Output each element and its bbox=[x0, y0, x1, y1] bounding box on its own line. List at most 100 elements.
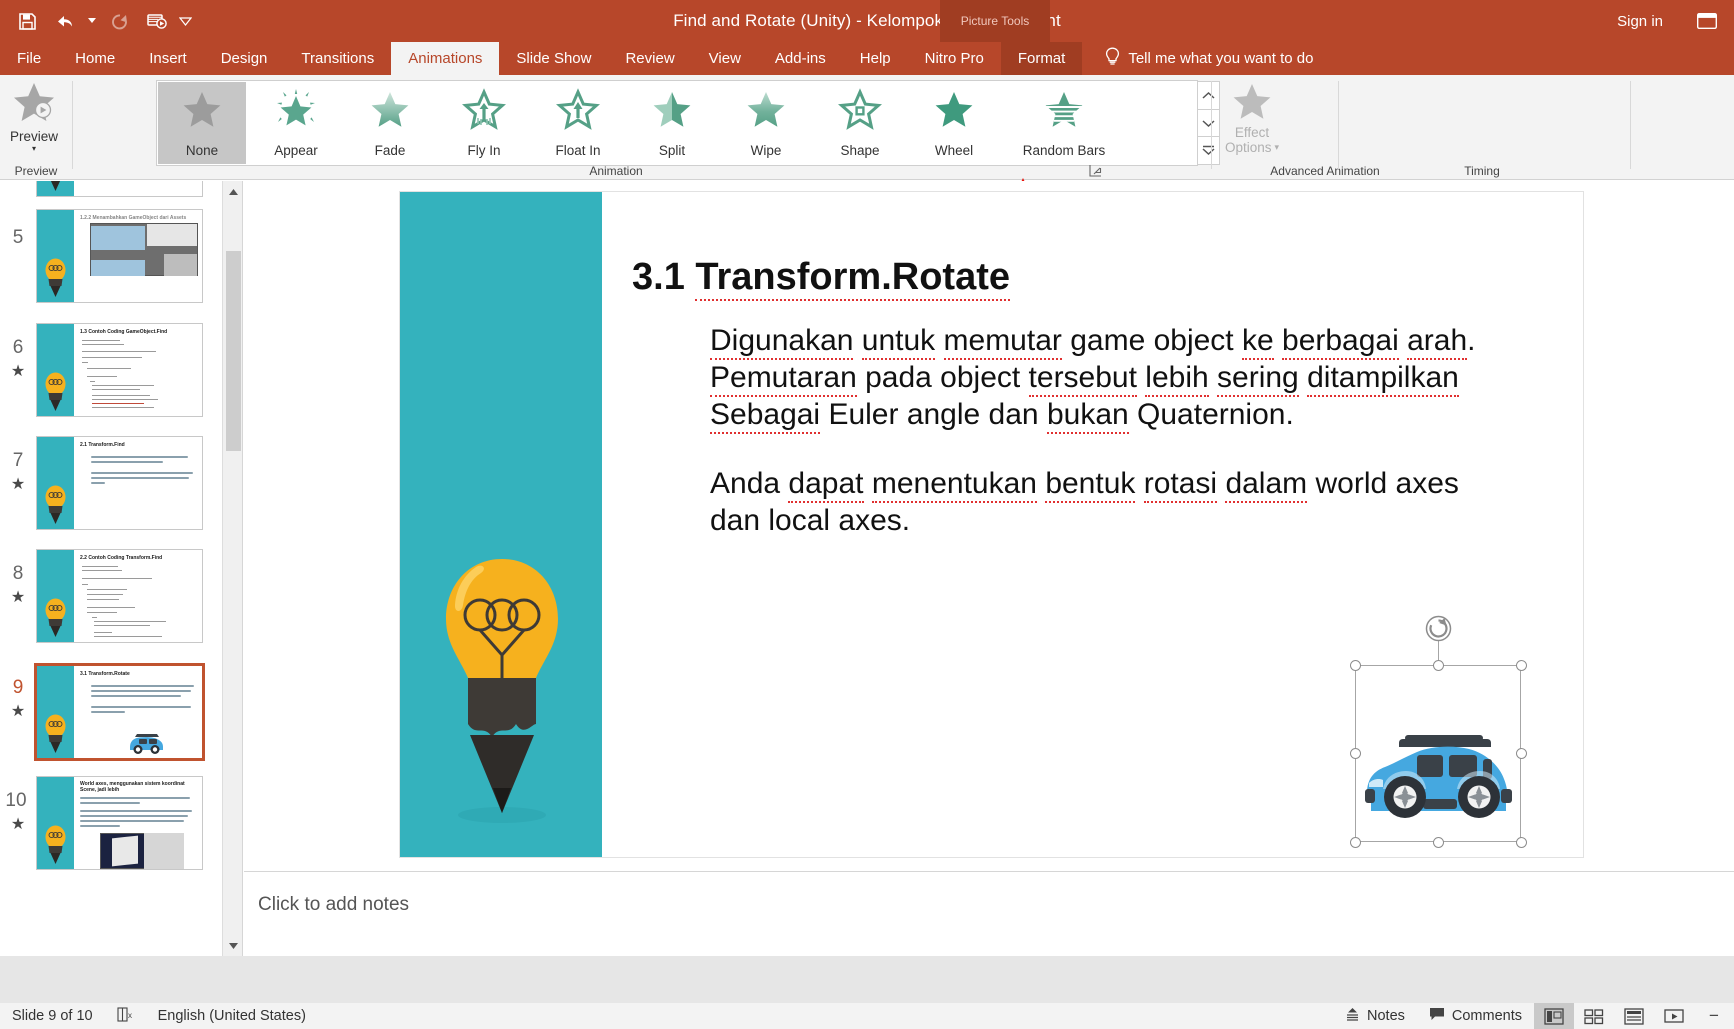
animation-none[interactable]: None bbox=[158, 82, 246, 164]
resize-handle-top-left[interactable] bbox=[1349, 659, 1361, 671]
spellcheck-button[interactable]: x bbox=[105, 1003, 146, 1029]
ribbon-group-animation: None Appear Fade Fly In Float In Split W… bbox=[76, 75, 1279, 180]
misspelled-word: rotasi bbox=[1143, 467, 1218, 503]
tab-animations[interactable]: Animations bbox=[391, 42, 500, 75]
resize-handle-middle-left[interactable] bbox=[1349, 747, 1361, 759]
animation-fly-in[interactable]: Fly In bbox=[440, 82, 528, 164]
selected-picture-container[interactable] bbox=[1349, 615, 1527, 848]
undo-icon[interactable] bbox=[47, 5, 81, 37]
tab-slide-show[interactable]: Slide Show bbox=[499, 42, 608, 75]
notes-pane[interactable]: Click to add notes bbox=[244, 871, 1734, 956]
language-indicator[interactable]: English (United States) bbox=[146, 1003, 318, 1029]
thumbnail-number: 6 bbox=[12, 337, 24, 358]
resize-handle-top-right[interactable] bbox=[1515, 659, 1527, 671]
animation-shape-label: Shape bbox=[840, 143, 880, 158]
customize-qat-icon[interactable] bbox=[177, 5, 193, 37]
slide-text-run: Anda bbox=[710, 467, 781, 500]
thumbnails-scroll-down-button[interactable] bbox=[223, 935, 242, 956]
redo-icon[interactable] bbox=[103, 5, 137, 37]
tell-me-box[interactable]: Tell me what you want to do bbox=[1082, 42, 1313, 75]
animation-fade[interactable]: Fade bbox=[346, 82, 434, 164]
thumbnail-frame-selected[interactable]: 3.1 Transform.Rotate bbox=[34, 663, 205, 761]
notes-placeholder[interactable]: Click to add notes bbox=[258, 894, 409, 916]
preview-dropdown-caret-icon[interactable]: ▾ bbox=[32, 145, 36, 153]
misspelled-word: dalam bbox=[1225, 467, 1308, 503]
tab-nitro-pro[interactable]: Nitro Pro bbox=[908, 42, 1001, 75]
slideshow-view-button[interactable] bbox=[1654, 1003, 1694, 1029]
thumbnail-frame[interactable]: 1.3 Contoh Coding GameObject.Find bbox=[36, 323, 203, 417]
resize-handle-top-center[interactable] bbox=[1432, 659, 1444, 671]
tab-view[interactable]: View bbox=[692, 42, 758, 75]
work-area: 5 1.2.2 Menambahkan GameObject dari Asse… bbox=[0, 181, 1734, 956]
notes-button-label: Notes bbox=[1367, 1008, 1405, 1024]
animation-random-bars[interactable]: Random Bars bbox=[1004, 82, 1124, 164]
ribbon-group-preview: Preview ▾ Preview bbox=[0, 75, 72, 180]
animation-shape[interactable]: Shape bbox=[816, 82, 904, 164]
slide-canvas[interactable]: 3.1 Transform.Rotate Digunakan untuk mem… bbox=[244, 181, 1734, 871]
resize-handle-middle-right[interactable] bbox=[1515, 747, 1527, 759]
tab-help[interactable]: Help bbox=[843, 42, 908, 75]
tab-review[interactable]: Review bbox=[608, 42, 691, 75]
tab-add-ins[interactable]: Add-ins bbox=[758, 42, 843, 75]
animation-wipe[interactable]: Wipe bbox=[722, 82, 810, 164]
tab-format[interactable]: Format bbox=[1000, 42, 1083, 75]
comments-toggle-button[interactable]: Comments bbox=[1417, 1003, 1534, 1029]
misspelled-word: dapat bbox=[788, 467, 864, 503]
resize-handle-bottom-center[interactable] bbox=[1432, 836, 1444, 848]
notes-toggle-button[interactable]: Notes bbox=[1333, 1003, 1417, 1029]
preview-button[interactable]: Preview ▾ bbox=[4, 80, 64, 160]
zoom-out-button[interactable]: − bbox=[1704, 1005, 1724, 1027]
save-icon[interactable] bbox=[10, 5, 44, 37]
start-presentation-icon[interactable] bbox=[140, 5, 174, 37]
normal-view-button[interactable] bbox=[1534, 1003, 1574, 1029]
animation-wheel-label: Wheel bbox=[934, 143, 974, 158]
star-flyin-icon bbox=[462, 88, 506, 133]
tab-file[interactable]: File bbox=[0, 42, 58, 75]
slide-title[interactable]: 3.1 Transform.Rotate bbox=[632, 256, 1011, 301]
thumbnail-frame[interactable]: 2.1 Transform.Find bbox=[36, 436, 203, 530]
thumbnails-scroll-thumb[interactable] bbox=[226, 251, 241, 451]
resize-handle-bottom-left[interactable] bbox=[1349, 836, 1361, 848]
thumbnail-title: 2.2 Contoh Coding Transform.Find bbox=[80, 555, 163, 561]
tab-design[interactable]: Design bbox=[204, 42, 285, 75]
tab-home[interactable]: Home bbox=[58, 42, 132, 75]
ribbon-display-options-icon[interactable] bbox=[1694, 9, 1720, 33]
thumbnail-number: 5 bbox=[12, 227, 24, 248]
comments-button-label: Comments bbox=[1451, 1008, 1522, 1024]
thumbnail-bulb-icon bbox=[43, 257, 68, 299]
thumbnails-scrollbar[interactable] bbox=[222, 181, 242, 956]
slide-thumbnails-pane[interactable]: 5 1.2.2 Menambahkan GameObject dari Asse… bbox=[0, 181, 243, 956]
slide-sorter-view-button[interactable] bbox=[1574, 1003, 1614, 1029]
resize-handle-bottom-right[interactable] bbox=[1515, 836, 1527, 848]
thumbnail-bulb-icon bbox=[43, 713, 68, 755]
slide-text-run: Quaternion. bbox=[1128, 398, 1294, 431]
ribbon-group-timing: Start: Duration: ▲▼ bbox=[1342, 75, 1626, 180]
animation-split[interactable]: Split bbox=[628, 82, 716, 164]
sign-in-button[interactable]: Sign in bbox=[1604, 8, 1676, 34]
animation-dialog-launcher[interactable] bbox=[1089, 164, 1103, 178]
animation-wheel[interactable]: Wheel bbox=[910, 82, 998, 164]
ribbon-separator bbox=[1211, 81, 1212, 169]
thumbnails-scroll-up-button[interactable] bbox=[223, 181, 242, 202]
thumbnail-number: 10 bbox=[5, 790, 27, 811]
slide-text-run bbox=[1135, 467, 1143, 500]
animation-appear[interactable]: Appear bbox=[252, 82, 340, 164]
thumbnail-frame[interactable]: World axes, menggunakan sistem koordinat… bbox=[36, 776, 203, 870]
tab-transitions[interactable]: Transitions bbox=[284, 42, 391, 75]
blue-suv-picture[interactable] bbox=[1361, 727, 1513, 819]
thumbnail-frame[interactable] bbox=[36, 181, 203, 197]
thumbnail-animation-star-icon: ★ bbox=[10, 476, 26, 493]
misspelled-word: Digunakan bbox=[710, 324, 854, 360]
misspelled-word: tersebut bbox=[1028, 361, 1137, 397]
tab-insert[interactable]: Insert bbox=[132, 42, 204, 75]
animation-float-in[interactable]: Float In bbox=[534, 82, 622, 164]
slide-body-text[interactable]: Digunakan untuk memutar game object ke b… bbox=[710, 322, 1500, 571]
current-slide[interactable]: 3.1 Transform.Rotate Digunakan untuk mem… bbox=[399, 191, 1584, 858]
thumbnail-frame[interactable]: 1.2.2 Menambahkan GameObject dari Assets bbox=[36, 209, 203, 303]
slide-indicator[interactable]: Slide 9 of 10 bbox=[0, 1003, 105, 1029]
thumbnail-frame[interactable]: 2.2 Contoh Coding Transform.Find bbox=[36, 549, 203, 643]
reading-view-button[interactable] bbox=[1614, 1003, 1654, 1029]
undo-dropdown-caret-icon[interactable] bbox=[84, 5, 100, 37]
rotation-handle-icon[interactable] bbox=[1425, 615, 1452, 642]
ribbon-separator bbox=[72, 81, 73, 169]
